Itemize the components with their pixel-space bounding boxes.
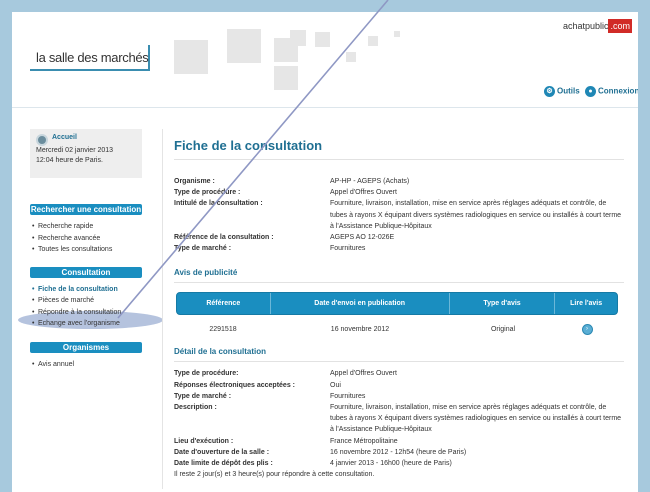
col-header-date: Date d'envoi en publication xyxy=(271,293,450,315)
consultation-detail: Type de procédure: Appel d'Offres Ouvert … xyxy=(174,368,624,480)
info-row: Organisme : AP-HP - AGEPS (Achats) xyxy=(174,176,624,187)
sidebar-item-repondre[interactable]: Répondre à la consultation xyxy=(30,307,142,319)
info-label: Type de marché : xyxy=(174,245,232,253)
read-notice-icon[interactable]: › xyxy=(581,323,593,335)
search-menu: Recherche rapide Recherche avancée Toute… xyxy=(30,221,142,256)
cell-type: Original xyxy=(490,325,516,333)
sidebar: Accueil Mercredi 02 janvier 2013 12:04 h… xyxy=(30,129,142,370)
detail-value: Appel d'Offres Ouvert xyxy=(330,370,397,378)
col-header-reference: Référence xyxy=(177,293,271,315)
column-divider xyxy=(162,129,163,489)
user-icon: ● xyxy=(585,86,596,97)
decor-square xyxy=(290,30,306,46)
info-label: Référence de la consultation : xyxy=(174,234,274,242)
info-label: Intitulé de la consultation : xyxy=(174,200,263,208)
consultation-menu: Fiche de la consultation Pièces de march… xyxy=(30,284,142,330)
detail-value: Oui xyxy=(330,381,341,389)
sidebar-item-toutes-consultations[interactable]: Toutes les consultations xyxy=(30,244,142,256)
sidebar-item-recherche-avancee[interactable]: Recherche avancée xyxy=(30,233,142,245)
decor-square xyxy=(227,29,261,63)
sidebar-item-fiche[interactable]: Fiche de la consultation xyxy=(30,284,142,296)
site-logo[interactable]: la salle des marchés xyxy=(30,45,150,71)
info-value: Fourniture, livraison, installation, mis… xyxy=(330,200,622,230)
home-icon xyxy=(36,134,48,146)
detail-label: Date d'ouverture de la salle : xyxy=(174,448,270,456)
decor-square xyxy=(315,32,330,47)
connexion-label: Connexion xyxy=(598,86,638,96)
info-row: Type de marché : Fournitures xyxy=(174,243,624,254)
section-search-title: Rechercher une consultation xyxy=(30,204,142,215)
detail-label: Date limite de dépôt des plis : xyxy=(174,460,273,468)
detail-row: Lieu d'exécution : France Métropolitaine xyxy=(174,436,624,447)
current-time: 12:04 heure de Paris. xyxy=(36,157,103,164)
brand-suffix: .com xyxy=(608,19,632,33)
section-organismes-title: Organismes xyxy=(30,341,142,353)
info-value: AP-HP - AGEPS (Achats) xyxy=(330,178,410,185)
cell-lire: › xyxy=(556,315,618,343)
info-row: Intitulé de la consultation : Fourniture,… xyxy=(174,198,624,232)
info-label: Type de procédure : xyxy=(174,189,241,197)
info-row: Type de procédure : Appel d'Offres Ouvert xyxy=(174,187,624,198)
detail-row: Type de marché : Fournitures xyxy=(174,391,624,402)
brand-prefix: achatpublic xyxy=(562,21,609,31)
sidebar-item-recherche-rapide[interactable]: Recherche rapide xyxy=(30,221,142,233)
page-title: Fiche de la consultation xyxy=(174,138,624,160)
info-value: Appel d'Offres Ouvert xyxy=(330,189,397,197)
decor-square xyxy=(394,31,400,37)
connexion-link[interactable]: ● Connexion xyxy=(585,86,638,97)
section-consultation-title: Consultation xyxy=(30,266,142,278)
accueil-link[interactable]: Accueil xyxy=(52,134,136,141)
detail-label: Type de marché : xyxy=(174,392,232,400)
main-content: Fiche de la consultation Organisme : AP-H… xyxy=(174,138,624,480)
col-header-lire: Lire l'avis xyxy=(570,300,603,308)
site-header: la salle des marchés achatpublic .com ⚙ Ou… xyxy=(12,12,638,108)
page-frame: la salle des marchés achatpublic .com ⚙ Ou… xyxy=(12,12,638,492)
sidebar-item-avis-annuel[interactable]: Avis annuel xyxy=(30,359,142,371)
consultation-info: Organisme : AP-HP - AGEPS (Achats) Type d… xyxy=(174,176,624,254)
detail-row: Type de procédure: Appel d'Offres Ouvert xyxy=(174,368,624,379)
detail-value: Fournitures xyxy=(330,392,366,400)
table-row: 2291518 16 novembre 2012 Original › xyxy=(176,315,618,343)
decor-square xyxy=(274,66,298,90)
decor-square xyxy=(368,36,378,46)
detail-section-title: Détail de la consultation xyxy=(174,347,624,363)
detail-value: Fourniture, livraison, installation, mis… xyxy=(330,404,622,434)
detail-label: Type de procédure: xyxy=(174,370,239,378)
tools-link[interactable]: ⚙ Outils xyxy=(544,86,580,97)
cell-reference: 2291518 xyxy=(209,325,237,333)
avis-table-header: Référence Date d'envoi en publication Ty… xyxy=(176,292,618,316)
detail-row: Date d'ouverture de la salle : 16 novembr… xyxy=(174,447,624,458)
decor-square xyxy=(346,52,356,62)
remaining-time: Il reste 2 jour(s) et 3 heure(s) pour ré… xyxy=(174,471,375,479)
avis-table: Référence Date d'envoi en publication Ty… xyxy=(176,292,618,343)
detail-row: Réponses électroniques acceptées : Oui xyxy=(174,380,624,391)
detail-value: 16 novembre 2012 - 12h54 (heure de Paris… xyxy=(330,448,467,456)
info-value: AGEPS AO 12-026E xyxy=(330,234,395,242)
detail-value: France Métropolitaine xyxy=(330,437,398,445)
sidebar-item-echange[interactable]: Echange avec l'organisme xyxy=(30,318,142,330)
detail-row: Date limite de dépôt des plis : 4 janvier… xyxy=(174,458,624,469)
decor-square xyxy=(174,40,208,74)
organismes-menu: Avis annuel xyxy=(30,359,142,371)
detail-row: Description : Fourniture, livraison, inst… xyxy=(174,402,624,436)
detail-value: 4 janvier 2013 - 16h00 (heure de Paris) xyxy=(330,460,452,468)
logo-text: la salle des marchés xyxy=(36,50,149,65)
cell-date: 16 novembre 2012 xyxy=(330,325,390,333)
brand-logo[interactable]: achatpublic .com xyxy=(562,19,632,33)
info-row: Référence de la consultation : AGEPS AO 1… xyxy=(174,232,624,243)
info-label: Organisme : xyxy=(174,178,215,185)
detail-label: Lieu d'exécution : xyxy=(174,437,234,445)
avis-section-title: Avis de publicité xyxy=(174,268,624,284)
accueil-box: Accueil Mercredi 02 janvier 2013 12:04 h… xyxy=(30,129,142,178)
col-header-type: Type d'avis xyxy=(450,293,556,315)
detail-label: Réponses électroniques acceptées : xyxy=(174,381,295,389)
current-date: Mercredi 02 janvier 2013 xyxy=(36,147,114,154)
info-value: Fournitures xyxy=(330,245,366,253)
detail-label: Description : xyxy=(174,404,217,412)
tools-icon: ⚙ xyxy=(544,86,555,97)
sidebar-item-pieces[interactable]: Pièces de marché xyxy=(30,295,142,307)
tools-label: Outils xyxy=(557,86,580,96)
